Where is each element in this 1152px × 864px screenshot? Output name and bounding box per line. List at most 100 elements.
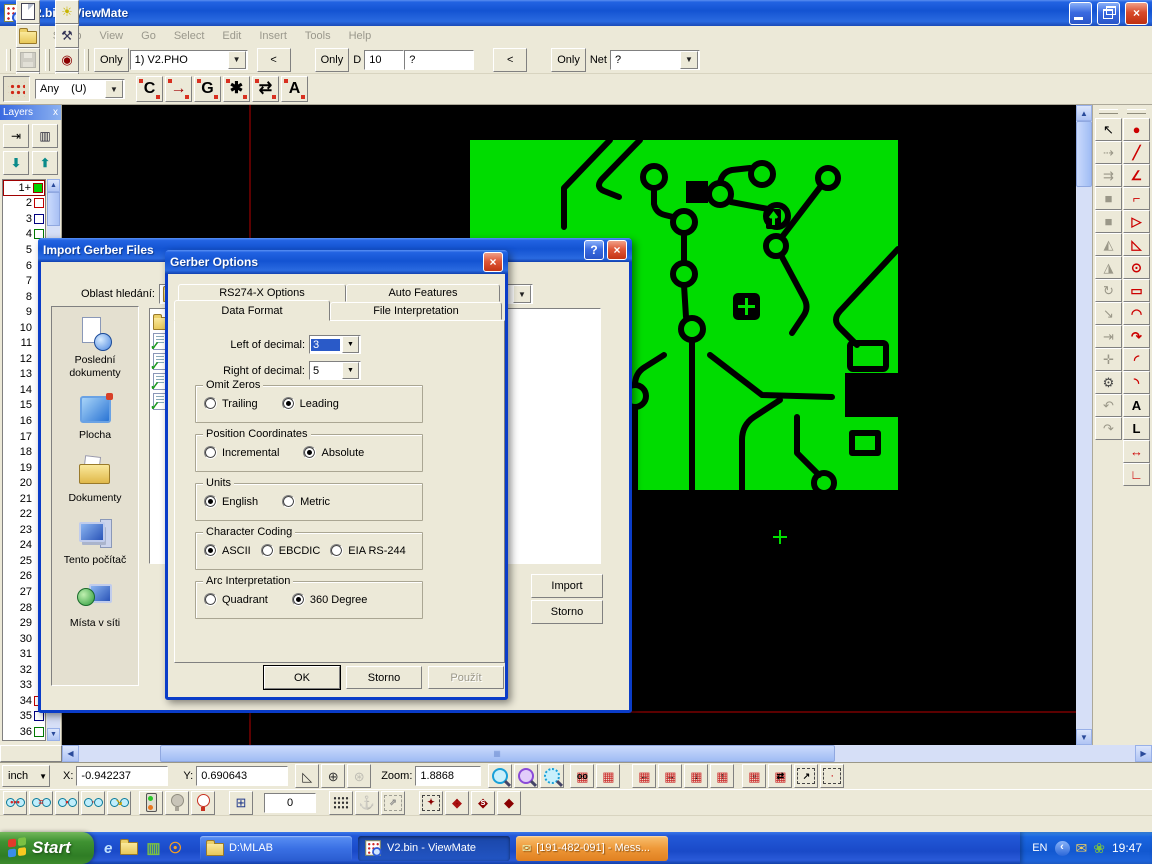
view-sketch-icon[interactable]: ↘ [107, 791, 131, 815]
radio-trailing[interactable]: Trailing [204, 397, 258, 410]
radio-absolute[interactable]: Absolute [303, 446, 364, 459]
cancel-button[interactable]: Storno [531, 600, 603, 624]
grid-dots-icon[interactable] [329, 791, 353, 815]
flash-solid-icon[interactable]: ◆∶ [445, 791, 469, 815]
zoom-grid-small-icon[interactable]: ▦▫ [742, 764, 766, 788]
scroll-thumb[interactable]: ▦ [160, 745, 835, 762]
flash-dot-icon[interactable]: ◆ [497, 791, 521, 815]
taskwin-messenger[interactable]: ✉[191-482-091] - Mess... [516, 836, 668, 861]
radio-metric[interactable]: Metric [282, 495, 330, 508]
place-documents[interactable]: Dokumenty [52, 455, 138, 505]
view-lines-icon[interactable]: ≡ [29, 791, 53, 815]
draw-triangle-icon[interactable]: ◺ [1123, 233, 1150, 256]
draw-polyline-icon[interactable]: ∠ [1123, 164, 1150, 187]
vertical-scrollbar[interactable]: ▲ ▼ [1076, 105, 1092, 745]
radio-360-degree[interactable]: 360 Degree [292, 593, 368, 606]
scroll-down-icon[interactable]: ▼ [1076, 729, 1092, 745]
chevron-down-icon[interactable]: ▼ [342, 362, 359, 379]
pan-down-icon[interactable]: ▦↓ [684, 764, 708, 788]
view-all-icon[interactable]: ••• [3, 791, 27, 815]
layer-row-2[interactable]: 2 [3, 196, 45, 212]
label-tool-icon[interactable]: L [1123, 417, 1150, 440]
menu-select[interactable]: Select [165, 28, 214, 44]
view-pads-icon[interactable]: ▪ [55, 791, 79, 815]
right-decimal-combo[interactable]: 5 ▼ [309, 361, 361, 380]
chevron-down-icon[interactable]: ▼ [105, 80, 123, 98]
layer-row-36[interactable]: 36 [3, 724, 45, 740]
left-decimal-combo[interactable]: 3 ▼ [309, 335, 361, 354]
tab-file-interpretation[interactable]: File Interpretation [330, 302, 502, 320]
dcode-input[interactable]: 10 [364, 50, 404, 70]
draw-arc-ccw-icon[interactable]: ◜ [1123, 348, 1150, 371]
only-layer-button[interactable]: Only [94, 48, 129, 72]
tab-auto-features[interactable]: Auto Features [346, 284, 500, 302]
pan-up-icon[interactable]: ▦↑ [710, 764, 734, 788]
draw-curve-icon[interactable]: ↷ [1123, 325, 1150, 348]
draw-circle-icon[interactable]: ⊙ [1123, 256, 1150, 279]
chevron-down-icon[interactable]: ▼ [228, 51, 246, 69]
zoom-all-icon[interactable] [514, 764, 538, 788]
only-dcode-button[interactable]: Only [315, 48, 350, 72]
language-indicator[interactable]: EN [1032, 842, 1047, 854]
firefox-icon[interactable]: ☉ [169, 839, 182, 857]
zoom-window-icon[interactable] [540, 764, 564, 788]
close-icon[interactable]: × [483, 252, 503, 272]
draw-corner-icon[interactable]: ⌐ [1123, 187, 1150, 210]
restore-button[interactable] [1097, 2, 1120, 25]
flash-s-icon[interactable]: ◆s [471, 791, 495, 815]
help-icon[interactable]: ? [584, 240, 604, 260]
dimension-icon[interactable]: ↔ [1123, 440, 1150, 463]
chevron-down-icon[interactable]: ▼ [342, 336, 359, 353]
menu-help[interactable]: Help [340, 28, 381, 44]
radio-quadrant[interactable]: Quadrant [204, 593, 268, 606]
grid-lines-icon[interactable]: ▦ [596, 764, 620, 788]
origin-crosshair-icon[interactable]: ⊕ [321, 764, 345, 788]
pan-left-icon[interactable]: ▦← [632, 764, 656, 788]
component-c-button[interactable]: C [136, 76, 163, 102]
radio-ebcdic[interactable]: EBCDIC [261, 544, 321, 557]
close-icon[interactable]: × [607, 240, 627, 260]
place-recent[interactable]: Poslední dokumenty [52, 317, 138, 379]
draw-line-icon[interactable]: ╱ [1123, 141, 1150, 164]
menu-edit[interactable]: Edit [213, 28, 250, 44]
storno-button[interactable]: Storno [346, 666, 422, 689]
text-a-button[interactable]: A [281, 76, 308, 102]
area-select-icon[interactable]: ∙ [820, 764, 844, 788]
tray-icq-icon[interactable]: ❀ [1093, 840, 1105, 857]
scroll-down-icon[interactable]: ▼ [47, 728, 60, 741]
layer-swatch[interactable] [34, 214, 44, 224]
draw-pad-icon[interactable]: ● [1123, 118, 1150, 141]
draw-angle-icon[interactable]: ▷ [1123, 210, 1150, 233]
panel-splitter[interactable] [0, 745, 62, 762]
scroll-left-icon[interactable]: ◀ [62, 745, 79, 762]
close-button[interactable]: × [1125, 2, 1148, 25]
place-computer[interactable]: Tento počítač [52, 517, 138, 567]
dcode-highlight-icon[interactable]: ◉ [55, 48, 79, 72]
settings-gear-icon[interactable]: ⚙ [1095, 371, 1122, 394]
zoom-in-icon[interactable] [488, 764, 512, 788]
import-button[interactable]: Import [531, 574, 603, 598]
resize-select-icon[interactable]: ↗ [794, 764, 818, 788]
unit-combo[interactable]: inch ▼ [2, 765, 50, 787]
layer-swatch[interactable] [33, 183, 43, 193]
layer-table-icon[interactable]: ▥ [32, 124, 58, 148]
radio-eia-rs-244[interactable]: EIA RS-244 [330, 544, 405, 557]
lamp-gray-icon[interactable] [165, 791, 189, 815]
taskwin-folder[interactable]: D:\MLAB [200, 836, 352, 861]
flash-finder-icon[interactable]: ☀ [55, 0, 79, 24]
draw-chord-icon[interactable]: ◠ [1123, 302, 1150, 325]
scroll-thumb[interactable] [47, 192, 60, 226]
scroll-up-icon[interactable]: ▲ [1076, 105, 1092, 121]
tab-data-format[interactable]: Data Format [174, 300, 330, 321]
angle-measure-icon[interactable]: ◺ [295, 764, 319, 788]
radio-ascii[interactable]: ASCII [204, 544, 251, 557]
flash-highlight-icon[interactable]: ✦ [419, 791, 443, 815]
corner-tool-icon[interactable]: ∟ [1123, 463, 1150, 486]
taskwin-viewmate[interactable]: V2.bin - ViewMate [358, 836, 510, 861]
draw-arc-cw-icon[interactable]: ◝ [1123, 371, 1150, 394]
menu-tools[interactable]: Tools [296, 28, 340, 44]
folder-qlaunch-icon[interactable] [120, 839, 138, 858]
tray-mail-icon[interactable]: ✉ [1076, 840, 1088, 857]
radio-english[interactable]: English [204, 495, 258, 508]
highlight-lamp-icon[interactable] [139, 791, 163, 815]
